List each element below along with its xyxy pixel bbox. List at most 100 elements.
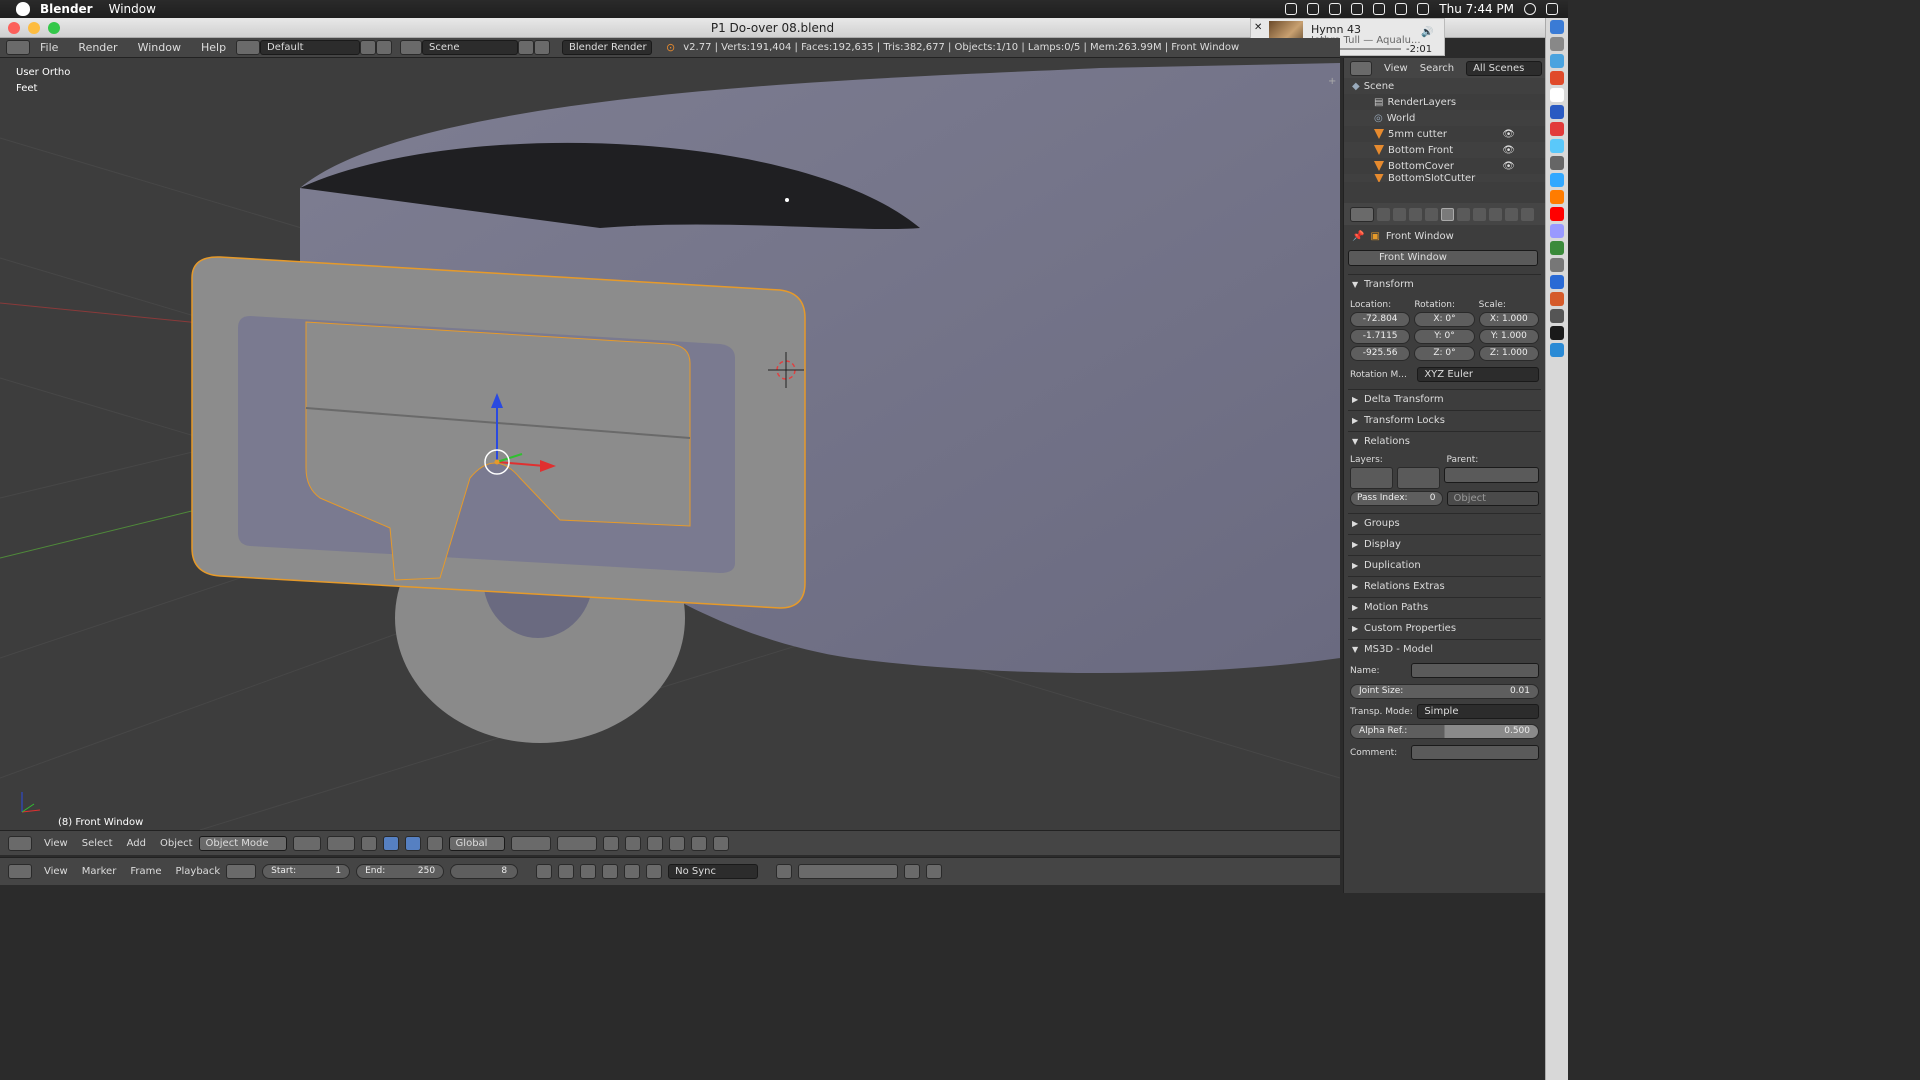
bluetooth-icon[interactable] (1373, 3, 1386, 15)
outliner-item-world[interactable]: ◎ World (1344, 110, 1545, 126)
sync-select[interactable]: No Sync (668, 864, 759, 879)
scale-manipulator[interactable] (426, 835, 443, 851)
snap-target-icon[interactable] (668, 835, 685, 851)
3d-viewport[interactable]: User Ortho Feet (8) Front Window + (0, 58, 1340, 830)
delete-keyframe-icon[interactable] (926, 864, 943, 879)
time-machine-icon[interactable] (1351, 3, 1364, 15)
dock-app-icon[interactable] (1550, 173, 1564, 187)
rotation-mode-select[interactable]: XYZ Euler (1417, 367, 1539, 382)
opengl-render-icon[interactable] (690, 835, 707, 851)
zoom-window-button[interactable] (48, 22, 60, 34)
outliner-item-object[interactable]: 5mm cutter 👁 (1344, 126, 1545, 142)
modifiers-tab-icon[interactable] (1473, 207, 1486, 221)
menu-select[interactable]: Select (82, 838, 113, 849)
menu-playback[interactable]: Playback (175, 866, 220, 877)
manipulator-toggle[interactable] (360, 835, 377, 851)
editor-type-button[interactable] (8, 864, 32, 879)
dock-app-icon[interactable] (1550, 122, 1564, 136)
duplication-panel-header[interactable]: ▶ Duplication (1348, 555, 1541, 574)
texture-tab-icon[interactable] (1521, 207, 1534, 221)
eye-icon[interactable]: 👁 (1502, 129, 1515, 140)
current-frame-field[interactable]: 8 (450, 864, 519, 879)
render-layers-tab-icon[interactable] (1393, 207, 1406, 221)
outliner-search-menu[interactable]: Search (1420, 63, 1454, 74)
apple-icon[interactable] (16, 2, 30, 16)
display-panel-header[interactable]: ▶ Display (1348, 534, 1541, 553)
outliner-item-scene[interactable]: ◆ Scene (1344, 78, 1545, 94)
menu-file[interactable]: File (40, 41, 58, 54)
insert-keyframe-icon[interactable] (904, 864, 921, 879)
groups-panel-header[interactable]: ▶ Groups (1348, 513, 1541, 532)
menu-view[interactable]: View (44, 838, 68, 849)
translate-manipulator[interactable] (382, 835, 399, 851)
pass-index-field[interactable]: Pass Index: 0 (1350, 491, 1443, 506)
menu-render[interactable]: Render (78, 41, 117, 54)
dock-app-icon[interactable] (1550, 292, 1564, 306)
ms3d-name-field[interactable] (1411, 663, 1539, 678)
dock-app-icon[interactable] (1550, 258, 1564, 272)
dock-app-icon[interactable] (1550, 37, 1564, 51)
drive-icon[interactable] (1329, 3, 1342, 15)
delta-transform-panel-header[interactable]: ▶ Delta Transform (1348, 389, 1541, 408)
camera-icon[interactable] (1307, 3, 1320, 15)
outliner-item-object[interactable]: BottomSlotCutter (1344, 174, 1545, 182)
render-engine-select[interactable]: Blender Render (562, 40, 653, 55)
relations-extras-panel-header[interactable]: ▶ Relations Extras (1348, 576, 1541, 595)
layer-grid-1[interactable] (1350, 467, 1393, 489)
layer-grid-2[interactable] (1396, 467, 1440, 489)
play-icon[interactable] (602, 864, 619, 879)
editor-type-button[interactable] (1350, 60, 1372, 76)
dock-app-icon[interactable] (1550, 224, 1564, 238)
object-tab-icon[interactable] (1441, 207, 1454, 221)
outliner[interactable]: View Search All Scenes ◆ Scene ▤ RenderLay… (1343, 58, 1545, 203)
menu-frame[interactable]: Frame (130, 866, 161, 877)
window-menu[interactable]: Window (109, 2, 156, 16)
add-layout-button[interactable] (360, 40, 377, 55)
play-reverse-icon[interactable] (580, 864, 597, 879)
proportional-edit-icon[interactable] (624, 835, 641, 851)
wifi-icon[interactable] (1395, 3, 1408, 15)
pivot-select[interactable] (326, 835, 355, 851)
jump-keyframe-forward-icon[interactable] (624, 864, 641, 879)
menu-marker[interactable]: Marker (82, 866, 117, 877)
outliner-item-renderlayers[interactable]: ▤ RenderLayers (1344, 94, 1545, 110)
menu-window[interactable]: Window (138, 41, 181, 54)
dock-app-icon[interactable] (1550, 71, 1564, 85)
editor-type-button[interactable] (6, 40, 30, 55)
world-tab-icon[interactable] (1425, 207, 1438, 221)
app-menu[interactable]: Blender (40, 2, 93, 16)
mode-select[interactable]: Object Mode (198, 835, 287, 851)
dock-app-icon[interactable] (1550, 139, 1564, 153)
pin-icon[interactable]: 📌 (1352, 231, 1364, 242)
dock-app-icon[interactable] (1550, 190, 1564, 204)
relations-panel-header[interactable]: ▼ Relations (1348, 431, 1541, 450)
parent-field[interactable] (1443, 467, 1539, 483)
constraints-tab-icon[interactable] (1457, 207, 1470, 221)
remove-scene-button[interactable] (534, 40, 551, 55)
layer-buttons-1[interactable] (510, 835, 551, 851)
close-icon[interactable]: ✕ (1254, 22, 1262, 33)
dock-app-icon[interactable] (1550, 156, 1564, 170)
editor-type-button[interactable] (1350, 206, 1374, 222)
transform-locks-panel-header[interactable]: ▶ Transform Locks (1348, 410, 1541, 429)
preview-range-icon[interactable] (226, 864, 257, 879)
dock-app-icon[interactable] (1550, 309, 1564, 323)
dock-app-icon[interactable] (1550, 275, 1564, 289)
custom-properties-panel-header[interactable]: ▶ Custom Properties (1348, 618, 1541, 637)
add-scene-button[interactable] (518, 40, 535, 55)
material-tab-icon[interactable] (1505, 207, 1518, 221)
record-icon[interactable] (776, 864, 793, 879)
dock-app-icon[interactable] (1550, 241, 1564, 255)
rotation-x-field[interactable]: X: 0° (1414, 312, 1475, 327)
screen-layout-icon[interactable] (236, 40, 261, 55)
end-frame-field[interactable]: End: 250 (356, 864, 445, 879)
outliner-item-object[interactable]: BottomCover 👁 (1344, 158, 1545, 174)
menu-view[interactable]: View (44, 866, 68, 877)
menu-add[interactable]: Add (127, 838, 146, 849)
toolshelf-plus-icon[interactable]: + (1328, 76, 1336, 87)
minimize-window-button[interactable] (28, 22, 40, 34)
layout-select[interactable]: Default (260, 40, 361, 55)
jump-keyframe-back-icon[interactable] (558, 864, 575, 879)
scene-tab-icon[interactable] (1409, 207, 1422, 221)
scale-x-field[interactable]: X: 1.000 (1478, 312, 1539, 327)
